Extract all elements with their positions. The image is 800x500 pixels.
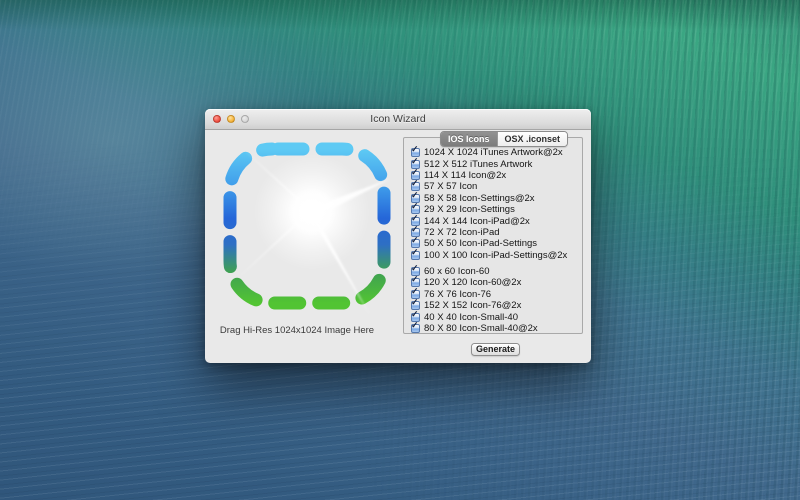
icon-size-label: 72 X 72 Icon-iPad [424,227,500,238]
icon-size-label: 80 X 80 Icon-Small-40@2x [424,323,538,334]
icon-size-row: ✓ 114 X 114 Icon@2x [404,170,582,181]
icon-size-label: 58 X 58 Icon-Settings@2x [424,193,535,204]
icon-size-label: 144 X 144 Icon-iPad@2x [424,216,530,227]
icon-size-label: 114 X 114 Icon@2x [424,170,506,181]
icon-size-label: 1024 X 1024 iTunes Artwork@2x [424,147,563,158]
icon-size-label: 60 x 60 Icon-60 [424,266,490,277]
generate-button[interactable]: Generate [471,343,520,356]
close-button[interactable] [213,115,221,123]
traffic-lights [213,115,249,123]
icon-size-label: 50 X 50 Icon-iPad-Settings [424,238,537,249]
titlebar[interactable]: Icon Wizard [205,109,591,130]
icon-wizard-window: Icon Wizard [205,109,591,363]
icon-drop-area[interactable] [217,136,397,316]
starburst-core [286,186,338,238]
icon-sizes-box: ✓ 1024 X 1024 iTunes Artwork@2x ✓ 512 X … [403,137,583,334]
checkbox-checked-icon[interactable]: ✓ [411,251,420,260]
icon-size-row: ✓ 80 X 80 Icon-Small-40@2x [404,323,582,334]
dashed-icon-placeholder [217,136,397,316]
icon-size-group-ios: ✓ 1024 X 1024 iTunes Artwork@2x ✓ 512 X … [404,147,582,261]
minimize-button[interactable] [227,115,235,123]
icon-size-label: 120 X 120 Icon-60@2x [424,277,521,288]
icon-size-row: ✓ 57 X 57 Icon [404,181,582,192]
tab-bar: IOS Icons OSX .iconset [440,131,568,147]
icon-size-row: ✓ 40 X 40 Icon-Small-40 [404,311,582,322]
icon-size-row: ✓ 100 X 100 Icon-iPad-Settings@2x [404,250,582,261]
tab-osx-iconset[interactable]: OSX .iconset [497,132,568,146]
icon-size-row: ✓ 1024 X 1024 iTunes Artwork@2x [404,147,582,158]
icon-size-label: 100 X 100 Icon-iPad-Settings@2x [424,250,567,261]
icon-size-label: 29 X 29 Icon-Settings [424,204,515,215]
icon-size-label: 76 X 76 Icon-76 [424,289,491,300]
window-title: Icon Wizard [205,109,591,129]
window-content: Drag Hi-Res 1024x1024 Image Here IOS Ico… [205,130,591,363]
icon-size-row: ✓ 29 X 29 Icon-Settings [404,204,582,215]
icon-size-label: 512 X 512 iTunes Artwork [424,159,532,170]
icon-size-row: ✓ 50 X 50 Icon-iPad-Settings [404,238,582,249]
icon-size-row: ✓ 58 X 58 Icon-Settings@2x [404,193,582,204]
icon-size-row: ✓ 152 X 152 Icon-76@2x [404,300,582,311]
tab-ios-icons[interactable]: IOS Icons [441,132,497,146]
desktop: Icon Wizard [0,0,800,500]
icon-size-label: 40 X 40 Icon-Small-40 [424,312,518,323]
checkbox-checked-icon[interactable]: ✓ [411,324,420,333]
icon-size-row: ✓ 144 X 144 Icon-iPad@2x [404,215,582,226]
icon-size-row: ✓ 72 X 72 Icon-iPad [404,227,582,238]
icon-size-label: 152 X 152 Icon-76@2x [424,300,521,311]
drop-area-label: Drag Hi-Res 1024x1024 Image Here [207,325,387,336]
icon-size-row: ✓ 120 X 120 Icon-60@2x [404,277,582,288]
icon-size-row: ✓ 60 x 60 Icon-60 [404,266,582,277]
icon-size-row: ✓ 76 X 76 Icon-76 [404,289,582,300]
icon-size-group-ios7: ✓ 60 x 60 Icon-60 ✓ 120 X 120 Icon-60@2x… [404,266,582,334]
zoom-button [241,115,249,123]
icon-size-row: ✓ 512 X 512 iTunes Artwork [404,158,582,169]
icon-size-label: 57 X 57 Icon [424,181,477,192]
